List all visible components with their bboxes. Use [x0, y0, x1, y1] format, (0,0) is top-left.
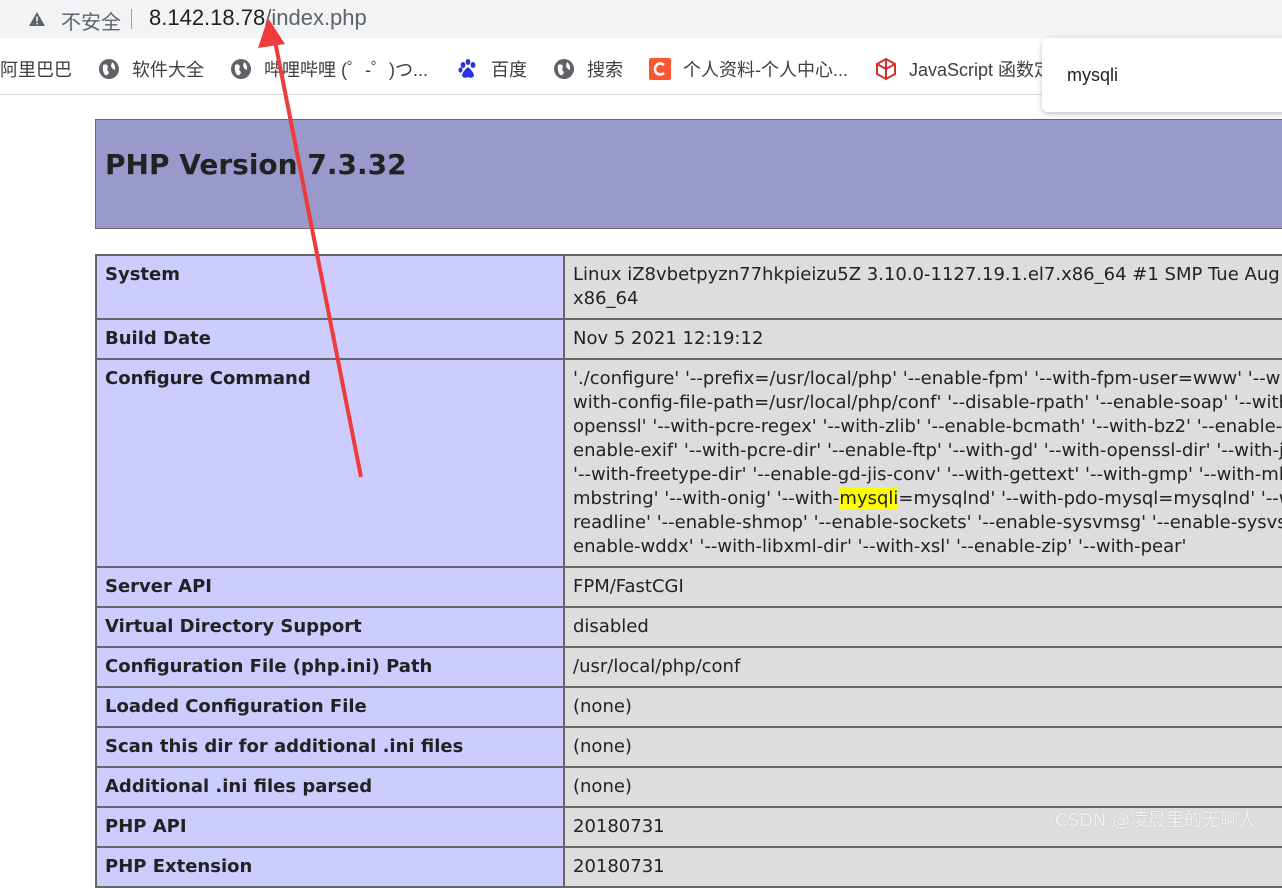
row-value: './configure' '--prefix=/usr/local/php' …	[563, 358, 1282, 568]
globe-icon	[554, 59, 574, 79]
value-line: readline' '--enable-shmop' '--enable-soc…	[573, 512, 1282, 533]
row-key: PHP API	[95, 806, 565, 848]
value-line: './configure' '--prefix=/usr/local/php' …	[573, 368, 1282, 389]
bookmark-label: JavaScript 函数定	[909, 60, 1053, 80]
row-value: Nov 5 2021 12:19:12	[563, 318, 1282, 360]
table-row: Configuration File (php.ini) Path/usr/lo…	[95, 646, 1282, 688]
value-line: with-config-file-path=/usr/local/php/con…	[573, 392, 1282, 413]
url-text[interactable]: 8.142.18.78/index.php	[149, 5, 367, 31]
value-line: 20180731	[573, 856, 665, 877]
row-value: (none)	[563, 726, 1282, 768]
table-row: System Linux iZ8vbetpyzn77hkpieizu5Z 3.10…	[95, 254, 1282, 320]
table-row: Scan this dir for additional .ini files (…	[95, 726, 1282, 768]
row-key: Server API	[95, 566, 565, 608]
suggestion-text[interactable]: mysqli	[1067, 65, 1118, 86]
globe-icon	[231, 59, 251, 79]
row-value: (none)	[563, 686, 1282, 728]
row-value: 20180731	[563, 846, 1282, 888]
runoob-cube-icon	[876, 58, 896, 80]
bookmark-label: 搜索	[587, 60, 623, 80]
search-highlight: mysqli	[839, 488, 899, 509]
csdn-watermark: CSDN @凌晨里的无聊人	[1055, 810, 1257, 831]
page-title: PHP Version 7.3.32	[105, 148, 407, 181]
table-row: Server API FPM/FastCGI	[95, 566, 1282, 608]
bookmark-label: 哔哩哔哩 (゜-゜)つ...	[264, 60, 428, 80]
globe-icon	[99, 59, 119, 79]
row-key: PHP Extension	[95, 846, 565, 888]
row-key: Build Date	[95, 318, 565, 360]
row-key: System	[95, 254, 565, 320]
table-row: Additional .ini files parsed (none)	[95, 766, 1282, 808]
value-line: Nov 5 2021 12:19:12	[573, 328, 764, 349]
row-key: Loaded Configuration File	[95, 686, 565, 728]
bookmark-search[interactable]: 搜索	[553, 56, 623, 82]
value-line: '--with-freetype-dir' '--enable-gd-jis-c…	[573, 464, 1282, 485]
value-line: x86_64	[573, 288, 639, 309]
php-info-table: System Linux iZ8vbetpyzn77hkpieizu5Z 3.10…	[95, 254, 1282, 888]
value-line: Linux iZ8vbetpyzn77hkpieizu5Z 3.10.0-112…	[573, 264, 1282, 285]
value-line: enable-wddx' '--with-libxml-dir' '--with…	[573, 536, 1187, 557]
bookmark-software[interactable]: 软件大全	[98, 56, 204, 82]
baidu-paw-icon	[458, 59, 476, 78]
row-key: Additional .ini files parsed	[95, 766, 565, 808]
value-line: openssl' '--with-pcre-regex' '--with-zli…	[573, 416, 1282, 437]
csdn-c-icon	[649, 58, 671, 80]
value-line: disabled	[573, 616, 649, 637]
bookmark-label: 个人资料-个人中心...	[683, 60, 848, 80]
bookmark-label: 百度	[491, 60, 527, 80]
row-value: (none)	[563, 766, 1282, 808]
php-version-header: PHP Version 7.3.32	[95, 119, 1282, 229]
value-line: enable-exif' '--with-pcre-dir' '--enable…	[573, 440, 1282, 461]
security-label[interactable]: 不安全	[61, 6, 121, 35]
bookmark-label: 阿里巴巴	[0, 60, 72, 80]
url-path: /index.php	[265, 5, 367, 30]
row-value: Linux iZ8vbetpyzn77hkpieizu5Z 3.10.0-112…	[563, 254, 1282, 320]
value-text: mbstring' '--with-onig' '--with-	[573, 488, 840, 509]
bookmark-csdn-profile[interactable]: 个人资料-个人中心...	[649, 56, 848, 82]
value-text: =mysqlnd' '--with-pdo-mysql=mysqlnd' '--…	[898, 488, 1282, 509]
value-line: mbstring' '--with-onig' '--with-mysqli=m…	[573, 487, 1282, 511]
row-value: FPM/FastCGI	[563, 566, 1282, 608]
table-row: PHP Extension 20180731	[95, 846, 1282, 888]
row-value: /usr/local/php/conf	[563, 646, 1282, 688]
value-line: /usr/local/php/conf	[573, 656, 741, 677]
bookmark-javascript[interactable]: JavaScript 函数定	[875, 56, 1052, 82]
value-line: (none)	[573, 776, 632, 797]
bookmark-bilibili[interactable]: 哔哩哔哩 (゜-゜)つ...	[230, 56, 428, 82]
row-key: Configuration File (php.ini) Path	[95, 646, 565, 688]
table-row: Build Date Nov 5 2021 12:19:12	[95, 318, 1282, 360]
value-line: (none)	[573, 696, 632, 717]
bookmark-label: 软件大全	[132, 60, 204, 80]
bookmark-alibaba[interactable]: 阿里巴巴	[0, 56, 72, 82]
divider	[131, 9, 132, 29]
bookmark-baidu[interactable]: 百度	[457, 56, 527, 82]
table-row: Loaded Configuration File (none)	[95, 686, 1282, 728]
row-key: Scan this dir for additional .ini files	[95, 726, 565, 768]
row-key: Configure Command	[95, 358, 565, 568]
url-host: 8.142.18.78	[149, 5, 266, 30]
address-bar[interactable]: 不安全 8.142.18.78/index.php	[0, 0, 1282, 38]
value-line: (none)	[573, 736, 632, 757]
warning-icon[interactable]	[28, 11, 46, 27]
row-value: disabled	[563, 606, 1282, 648]
table-row: Virtual Directory Support disabled	[95, 606, 1282, 648]
value-line: FPM/FastCGI	[573, 576, 684, 597]
find-suggestion-popup[interactable]: mysqli	[1042, 38, 1282, 112]
table-row: Configure Command './configure' '--prefix…	[95, 358, 1282, 568]
row-key: Virtual Directory Support	[95, 606, 565, 648]
